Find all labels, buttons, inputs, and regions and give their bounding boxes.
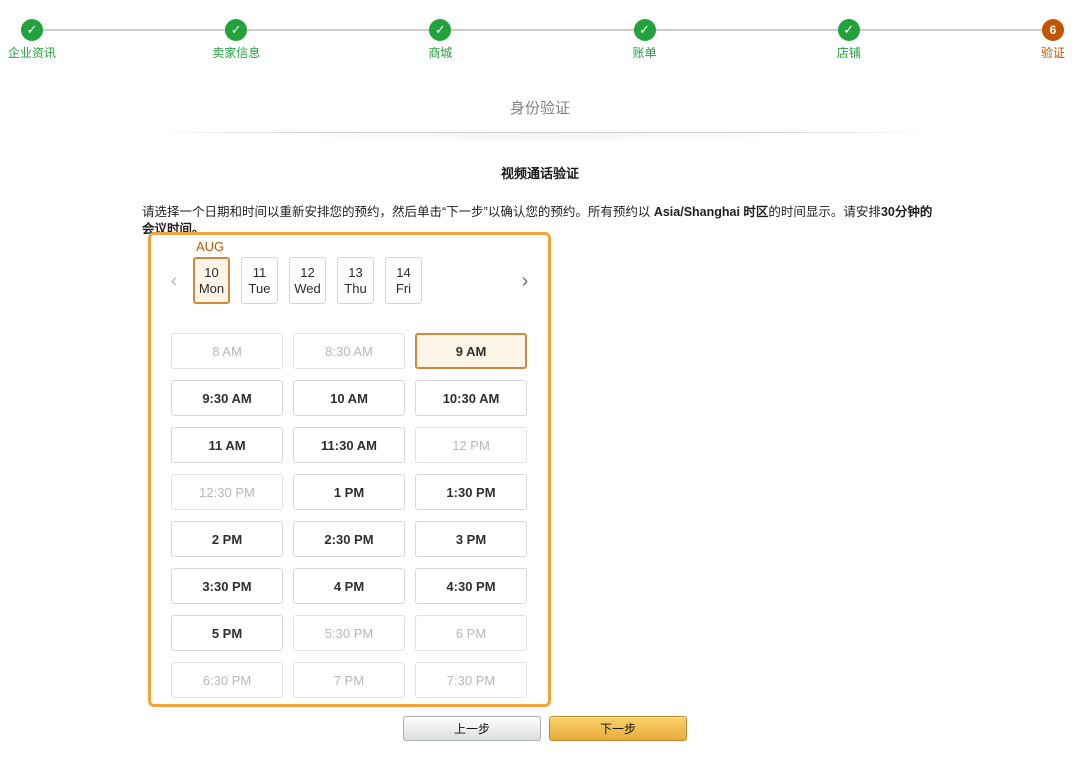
time-slot-11-am[interactable]: 11 AM <box>171 427 283 463</box>
instruction-segment: Asia/Shanghai 时区 <box>654 205 769 219</box>
stepper-step-label: 商城 <box>428 44 452 61</box>
date-card-12-wed[interactable]: 12Wed <box>289 257 326 304</box>
check-icon: ✓ <box>225 19 247 41</box>
instruction-segment: 请选择一个日期和时间以重新安排您的预约，然后单击“下一步”以确认您的预约。所有预… <box>142 205 654 219</box>
time-slot-1-pm[interactable]: 1 PM <box>293 474 405 510</box>
stepper-step-label: 账单 <box>633 44 657 61</box>
time-slot-11-30-am[interactable]: 11:30 AM <box>293 427 405 463</box>
time-slot-8-30-am: 8:30 AM <box>293 333 405 369</box>
date-weekday: Fri <box>396 281 411 297</box>
date-weekday: Wed <box>294 281 321 297</box>
date-weekday: Thu <box>344 281 366 297</box>
appointment-scheduler: AUG ‹ › 10Mon 11Tue 12Wed 13Thu 14Fri 8 AM 8:… <box>148 232 551 707</box>
registration-page: ✓ 企业资讯 ✓ 卖家信息 ✓ 商城 ✓ 账单 ✓ 店铺 6 验证 身份验证 视频通话验证 请选择一个… <box>0 0 1080 758</box>
progress-stepper: ✓企业资讯✓卖家信息✓商城✓账单✓店铺6验证 <box>32 19 1053 61</box>
time-slot-2-30-pm[interactable]: 2:30 PM <box>293 521 405 557</box>
time-slot-12-30-pm: 12:30 PM <box>171 474 283 510</box>
date-strip: 10Mon 11Tue 12Wed 13Thu 14Fri <box>193 257 422 304</box>
date-weekday: Mon <box>199 281 224 297</box>
stepper-step-label: 卖家信息 <box>212 44 260 61</box>
date-day-number: 10 <box>204 265 218 281</box>
time-slot-10-am[interactable]: 10 AM <box>293 380 405 416</box>
back-button[interactable]: 上一步 <box>403 716 541 741</box>
time-slot-9-am[interactable]: 9 AM <box>415 333 527 369</box>
next-button[interactable]: 下一步 <box>549 716 687 741</box>
time-slot-10-30-am[interactable]: 10:30 AM <box>415 380 527 416</box>
next-dates-chevron-icon[interactable]: › <box>514 268 536 294</box>
time-slot-4-30-pm[interactable]: 4:30 PM <box>415 568 527 604</box>
time-slot-6-30-pm: 6:30 PM <box>171 662 283 698</box>
prev-dates-chevron-icon[interactable]: ‹ <box>163 268 185 294</box>
time-slot-2-pm[interactable]: 2 PM <box>171 521 283 557</box>
time-slot-8-am: 8 AM <box>171 333 283 369</box>
check-icon: ✓ <box>429 19 451 41</box>
stepper-step-label: 店铺 <box>837 44 861 61</box>
stepper-step-label: 验证 <box>1041 44 1065 61</box>
instruction-segment: 的时间显示。请安排 <box>768 205 881 219</box>
time-slot-grid: 8 AM 8:30 AM 9 AM 9:30 AM 10 AM 10:30 AM 11 AM… <box>171 333 527 698</box>
time-slot-7-pm: 7 PM <box>293 662 405 698</box>
month-label: AUG <box>196 239 224 254</box>
date-day-number: 12 <box>300 265 314 281</box>
time-slot-7-30-pm: 7:30 PM <box>415 662 527 698</box>
time-slot-12-pm: 12 PM <box>415 427 527 463</box>
time-slot-3-30-pm[interactable]: 3:30 PM <box>171 568 283 604</box>
date-card-10-mon[interactable]: 10Mon <box>193 257 230 304</box>
time-slot-4-pm[interactable]: 4 PM <box>293 568 405 604</box>
date-card-11-tue[interactable]: 11Tue <box>241 257 278 304</box>
time-slot-3-pm[interactable]: 3 PM <box>415 521 527 557</box>
check-icon: ✓ <box>21 19 43 41</box>
stepper-step-label: 企业资讯 <box>8 44 56 61</box>
date-card-13-thu[interactable]: 13Thu <box>337 257 374 304</box>
time-slot-9-30-am[interactable]: 9:30 AM <box>171 380 283 416</box>
time-slot-5-30-pm: 5:30 PM <box>293 615 405 651</box>
date-day-number: 14 <box>396 265 410 281</box>
date-weekday: Tue <box>249 281 271 297</box>
date-card-14-fri[interactable]: 14Fri <box>385 257 422 304</box>
time-slot-1-30-pm[interactable]: 1:30 PM <box>415 474 527 510</box>
time-slot-5-pm[interactable]: 5 PM <box>171 615 283 651</box>
step-number-badge: 6 <box>1042 19 1064 41</box>
check-icon: ✓ <box>634 19 656 41</box>
date-day-number: 11 <box>253 265 267 281</box>
stepper-steps: ✓企业资讯✓卖家信息✓商城✓账单✓店铺6验证 <box>32 19 1053 61</box>
time-slot-6-pm: 6 PM <box>415 615 527 651</box>
page-title: 身份验证 <box>0 97 1080 118</box>
title-divider <box>150 132 930 148</box>
section-title: 视频通话验证 <box>0 163 1080 182</box>
date-day-number: 13 <box>348 265 362 281</box>
check-icon: ✓ <box>838 19 860 41</box>
